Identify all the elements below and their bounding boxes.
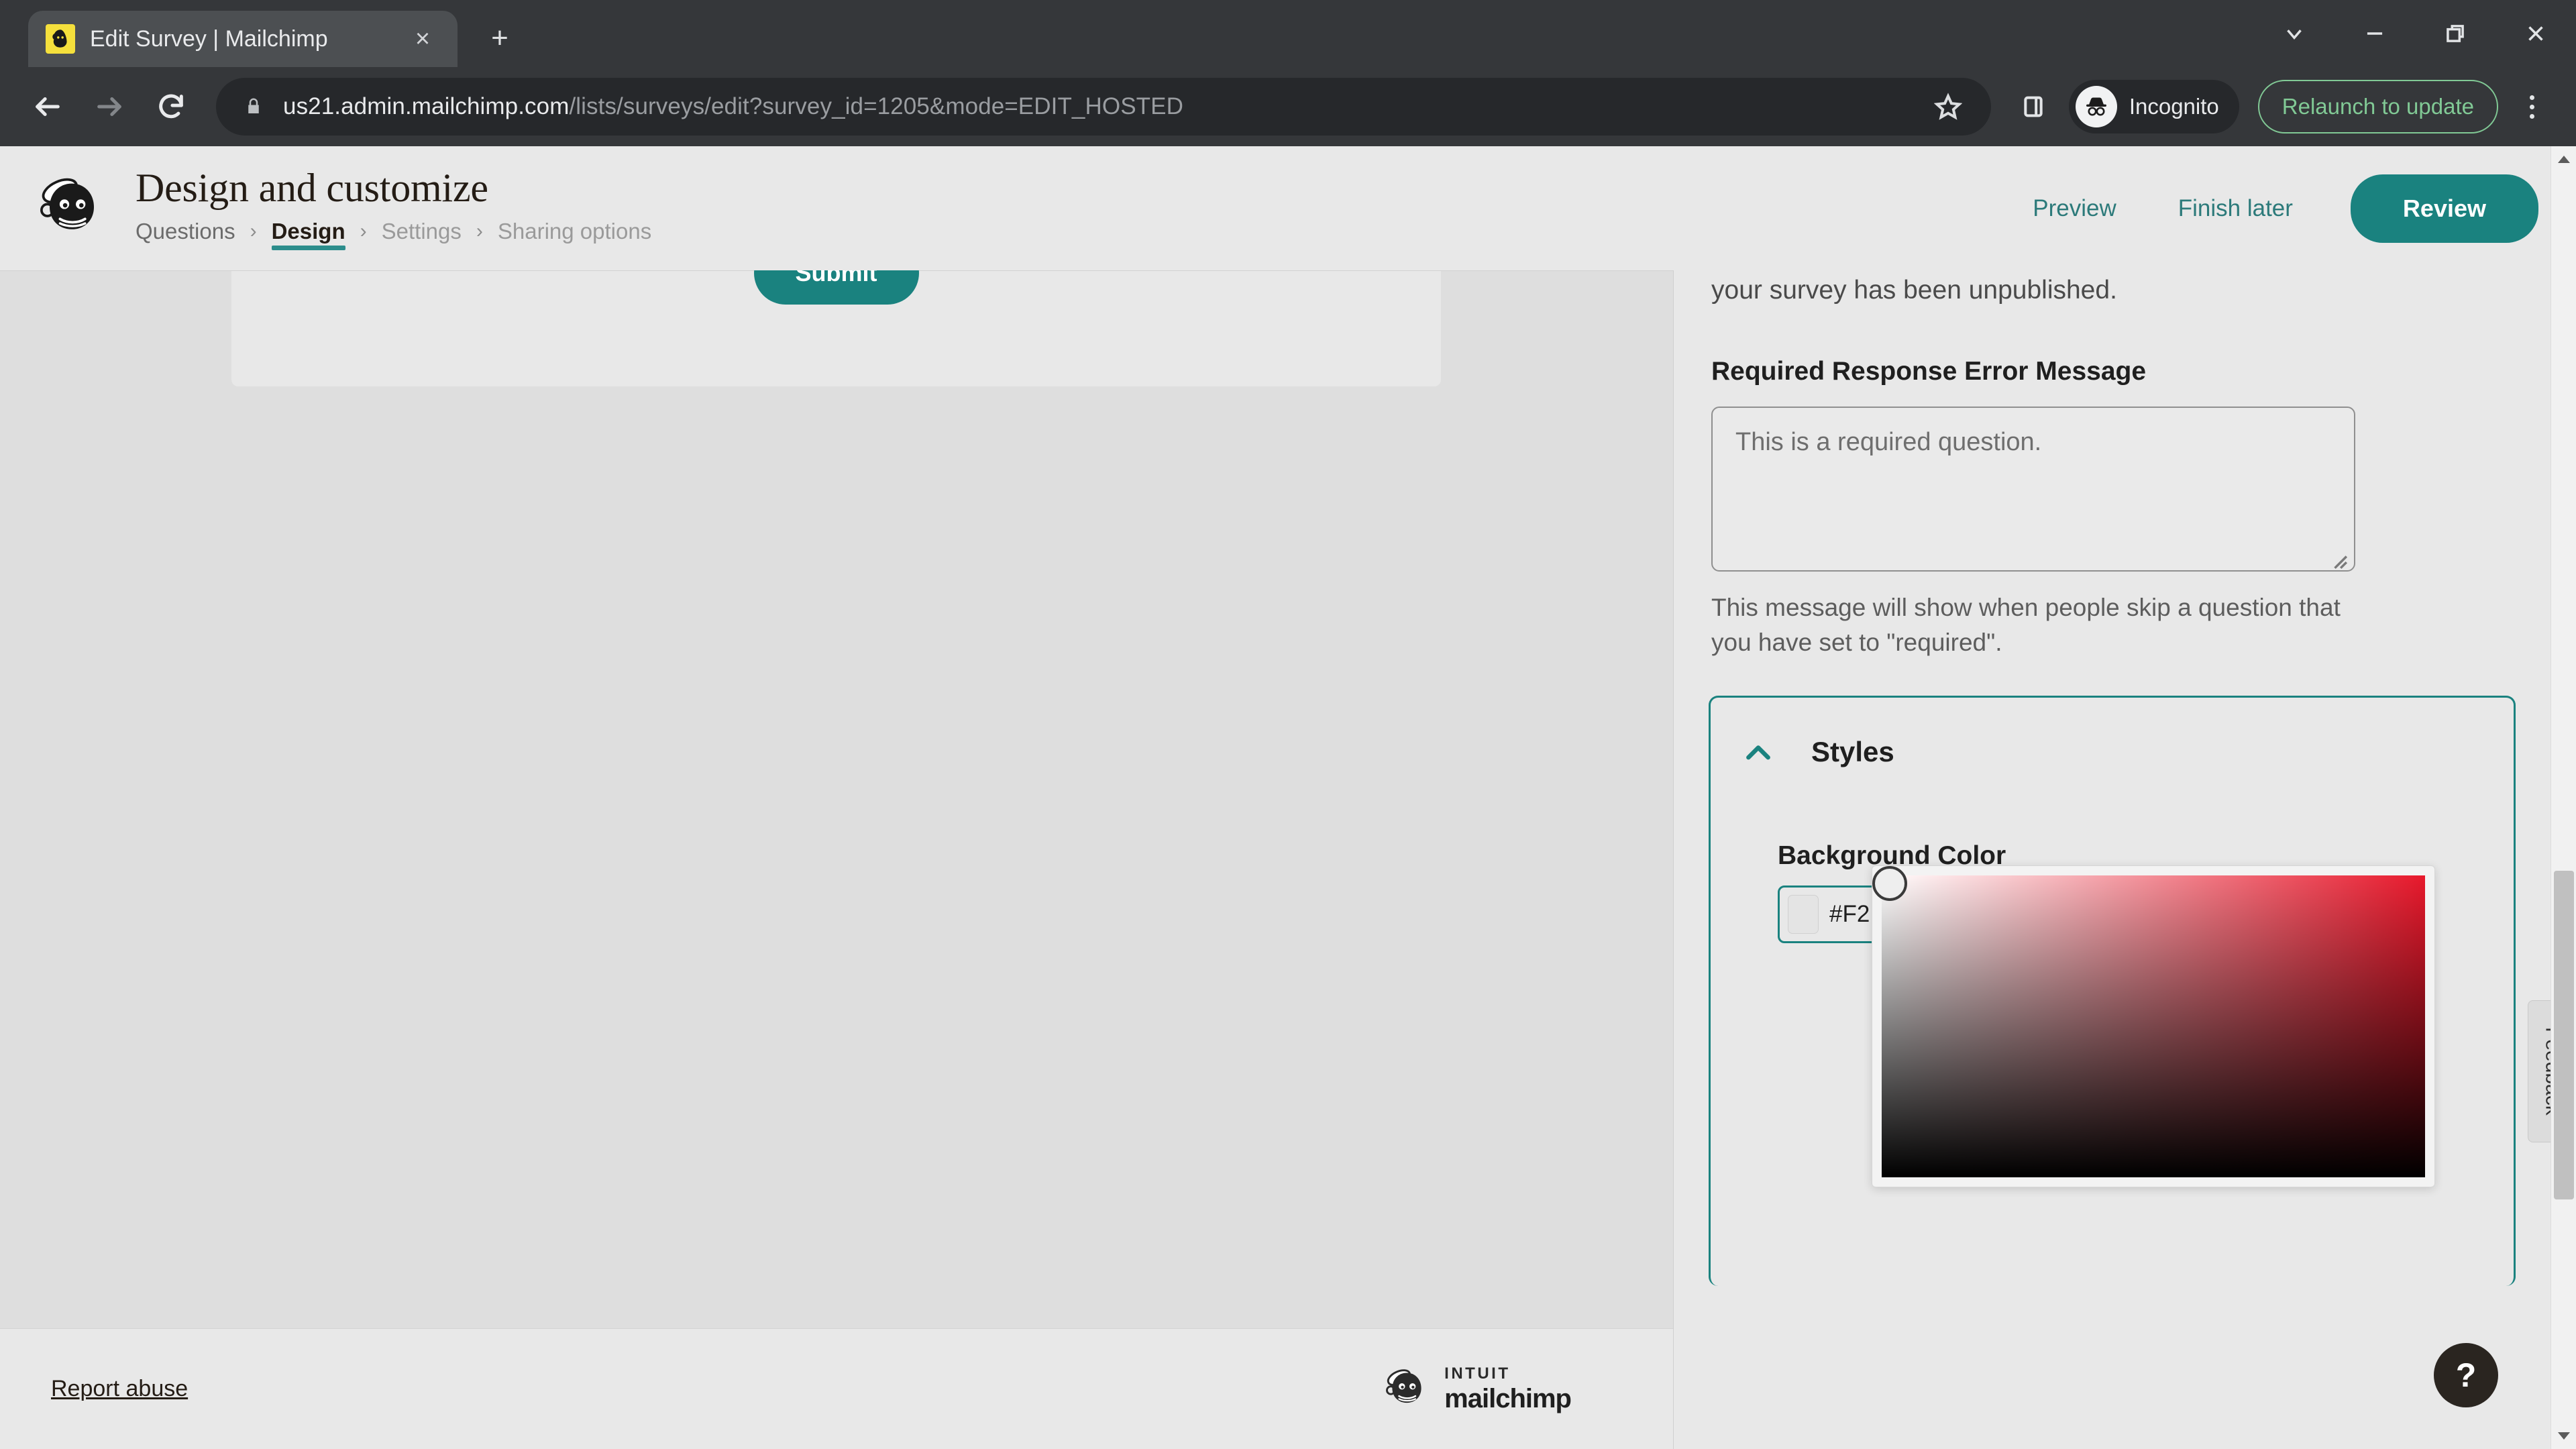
required-error-help-text: This message will show when people skip … (1711, 593, 2341, 657)
page-viewport: Design and customize Questions › Design … (0, 146, 2576, 1449)
report-abuse-link[interactable]: Report abuse (51, 1376, 188, 1402)
help-question-mark-icon: ? (2455, 1356, 2477, 1394)
mailchimp-favicon-icon (46, 24, 75, 54)
intuit-mailchimp-wordmark: INTUIT mailchimp (1444, 1364, 1572, 1413)
scrollbar-down-arrow-icon[interactable] (2551, 1424, 2576, 1449)
star-icon[interactable] (1928, 87, 1968, 127)
address-bar[interactable]: us21.admin.mailchimp.com/lists/surveys/e… (216, 78, 1991, 136)
preview-button[interactable]: Preview (2002, 182, 2147, 235)
required-error-label: Required Response Error Message (1711, 356, 2147, 386)
url-text: us21.admin.mailchimp.com/lists/surveys/e… (283, 93, 1912, 120)
new-tab-button[interactable]: + (475, 13, 525, 63)
breadcrumb-item-settings[interactable]: Settings (382, 219, 462, 250)
required-error-textarea[interactable]: This is a required question. (1711, 406, 2355, 572)
tab-close-icon[interactable]: × (405, 21, 440, 56)
mailchimp-freddie-mark-icon (1383, 1365, 1431, 1413)
incognito-profile-button[interactable]: Incognito (2068, 80, 2239, 133)
chevron-up-icon[interactable] (1740, 734, 1776, 770)
resize-grip-icon[interactable] (2330, 547, 2348, 569)
styles-section: Styles Background Color #F2F2F2 (1709, 695, 2516, 1286)
color-swatch[interactable] (1788, 894, 1819, 934)
page-title: Design and customize (136, 165, 488, 210)
page-scrollbar[interactable] (2551, 146, 2576, 1449)
survey-preview-card: Submit (231, 241, 1441, 386)
saturation-value-area[interactable] (1872, 865, 2425, 1177)
settings-panel: your survey has been unpublished. Requir… (1673, 270, 2576, 1449)
color-picker-popover[interactable] (1872, 865, 2435, 1187)
settings-panel-content: your survey has been unpublished. Requir… (1674, 270, 2576, 1286)
unpublished-note-text: your survey has been unpublished. (1711, 276, 2117, 305)
scrollbar-up-arrow-icon[interactable] (2551, 146, 2576, 172)
close-icon[interactable] (2496, 0, 2576, 67)
window-controls (2254, 0, 2576, 67)
relaunch-to-update-button[interactable]: Relaunch to update (2257, 80, 2498, 133)
breadcrumb-item-questions[interactable]: Questions (136, 219, 235, 250)
survey-preview-pane: Submit Report abuse INTUIT mailchimp (0, 241, 1673, 1449)
breadcrumb-item-sharing-options[interactable]: Sharing options (498, 219, 651, 250)
browser-tab[interactable]: Edit Survey | Mailchimp × (28, 11, 458, 67)
browser-toolbar: us21.admin.mailchimp.com/lists/surveys/e… (0, 67, 2576, 146)
scrollbar-thumb[interactable] (2554, 871, 2574, 1199)
reload-icon[interactable] (142, 78, 200, 136)
relaunch-label: Relaunch to update (2282, 94, 2474, 119)
url-host: us21.admin.mailchimp.com (283, 93, 570, 119)
breadcrumb-separator: › (250, 220, 257, 243)
preview-footer: Report abuse INTUIT mailchimp (0, 1328, 1673, 1449)
breadcrumb-separator: › (476, 220, 483, 243)
finish-later-button[interactable]: Finish later (2147, 182, 2324, 235)
header-text-group: Design and customize Questions › Design … (136, 166, 651, 251)
url-path: /lists/surveys/edit?survey_id=1205&mode=… (569, 93, 1183, 119)
intuit-wordmark: INTUIT (1444, 1364, 1511, 1383)
editor-body: Submit Report abuse INTUIT mailchimp you… (0, 241, 2576, 1449)
incognito-label: Incognito (2129, 94, 2219, 119)
tab-title: Edit Survey | Mailchimp (90, 25, 328, 52)
kebab-menu-icon[interactable] (2506, 78, 2557, 136)
styles-section-header[interactable]: Styles (1711, 734, 2514, 770)
chevron-down-icon[interactable] (2254, 0, 2334, 67)
lock-icon (239, 92, 268, 121)
app-header: Design and customize Questions › Design … (0, 146, 2576, 270)
color-picker-handle[interactable] (1872, 865, 1907, 901)
breadcrumb: Questions › Design › Settings › Sharing … (136, 219, 651, 251)
minimize-icon[interactable] (2334, 0, 2415, 67)
mailchimp-wordmark: mailchimp (1444, 1384, 1572, 1413)
back-arrow-icon[interactable] (19, 78, 76, 136)
browser-window: Edit Survey | Mailchimp × + us21.admin.m… (0, 0, 2576, 1449)
tab-strip: Edit Survey | Mailchimp × + (0, 0, 2576, 67)
side-panel-icon[interactable] (2007, 80, 2059, 133)
incognito-icon (2075, 86, 2117, 127)
styles-section-title: Styles (1811, 735, 1894, 767)
header-actions: Preview Finish later Review (2002, 174, 2538, 243)
required-error-value: This is a required question. (1735, 427, 2042, 456)
breadcrumb-item-design[interactable]: Design (271, 219, 345, 251)
forward-arrow-icon[interactable] (80, 78, 138, 136)
restore-icon[interactable] (2415, 0, 2496, 67)
breadcrumb-separator: › (360, 220, 367, 243)
intuit-mailchimp-logo: INTUIT mailchimp (1383, 1364, 1572, 1413)
help-button[interactable]: ? (2434, 1343, 2498, 1407)
review-button[interactable]: Review (2350, 174, 2538, 243)
mailchimp-freddie-logo-icon (35, 172, 109, 246)
